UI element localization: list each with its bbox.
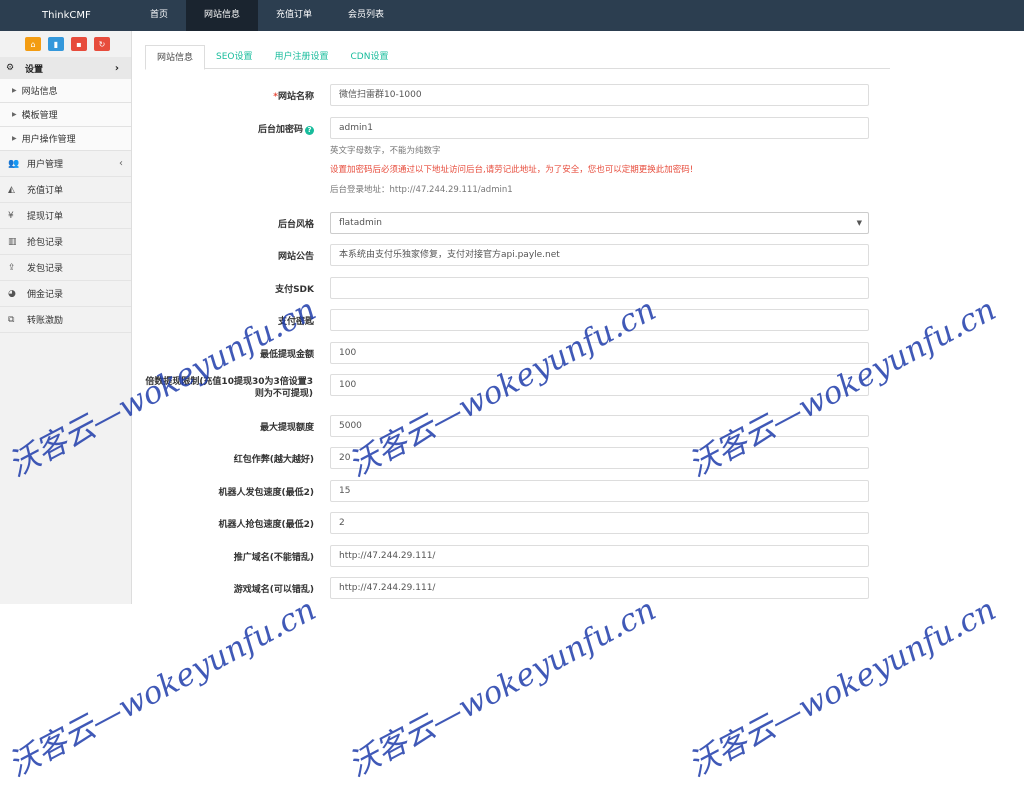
- sidebar-item-users[interactable]: 👥 用户管理 ‹: [0, 151, 131, 177]
- yen-icon: ¥: [8, 210, 14, 221]
- sidebar-item-grab-records[interactable]: ▥ 抢包记录: [0, 229, 131, 255]
- sidebar-item-transfer[interactable]: ⧉ 转账激励: [0, 307, 131, 333]
- brand-logo[interactable]: ThinkCMF: [0, 10, 132, 21]
- sidebar-item-label: 抢包记录: [27, 238, 64, 248]
- robot-grab-input[interactable]: 2: [330, 512, 869, 534]
- tab-seo[interactable]: SEO设置: [205, 45, 263, 69]
- sidebar-item-label: 提现订单: [27, 212, 64, 222]
- shortcut-bar: ⌂ ▮ ▪ ↻: [0, 31, 131, 57]
- settings-submenu: ▶ 网站信息 ▶ 模板管理 ▶ 用户操作管理: [0, 79, 131, 151]
- pay-sdk-label: 支付SDK: [275, 285, 314, 295]
- top-nav-home[interactable]: 首页: [132, 0, 186, 31]
- caret-right-icon: ▶: [12, 111, 17, 118]
- chevron-left-icon: ‹: [119, 158, 123, 169]
- admin-code-hint: 英文字母数字，不能为纯数字: [330, 146, 441, 156]
- robot-send-label: 机器人发包速度(最低2): [218, 488, 315, 498]
- sidebar-item-label: 用户管理: [27, 160, 64, 170]
- promo-domain-input[interactable]: http://47.244.29.111/: [330, 545, 869, 567]
- gears-icon: ⚙: [6, 63, 15, 73]
- pay-key-label: 支付密匙: [277, 317, 314, 327]
- watermark: 沃客云—wokeyunfu.cn: [2, 591, 322, 785]
- admin-code-label: 后台加密码?: [258, 122, 314, 135]
- caret-down-icon: ▼: [856, 219, 862, 227]
- cheat-input[interactable]: 20: [330, 447, 869, 469]
- multiplier-input[interactable]: 100: [330, 374, 869, 396]
- admin-theme-label: 后台风格: [277, 220, 314, 230]
- site-name-input[interactable]: 微信扫雷群10-1000: [330, 84, 869, 106]
- transfer-icon: ⧉: [8, 314, 15, 325]
- admin-code-input[interactable]: admin1: [330, 117, 869, 139]
- pay-key-input[interactable]: [330, 309, 869, 331]
- sidebar-item-label: 充值订单: [27, 186, 64, 196]
- tab-site-info[interactable]: 网站信息: [145, 45, 206, 70]
- watermark: 沃客云—wokeyunfu.cn: [682, 591, 1002, 785]
- top-navbar: ThinkCMF 首页 网站信息 充值订单 会员列表: [0, 0, 1024, 31]
- refresh-icon[interactable]: ↻: [94, 37, 110, 51]
- watermark: 沃客云—wokeyunfu.cn: [342, 591, 662, 785]
- sidebar-sub-template[interactable]: ▶ 模板管理: [0, 103, 131, 127]
- sidebar-group-label: 设置: [25, 64, 44, 75]
- sidebar-sub-user-actions[interactable]: ▶ 用户操作管理: [0, 127, 131, 151]
- tab-user-register[interactable]: 用户注册设置: [264, 45, 340, 69]
- sidebar: ⌂ ▮ ▪ ↻ ⚙ 设置 › ▶ 网站信息 ▶ 模板管理 ▶ 用户操作管理 👥 用户管理…: [0, 31, 132, 604]
- sidebar-item-label: 佣金记录: [27, 290, 64, 300]
- admin-theme-select[interactable]: flatadmin ▼: [330, 212, 869, 234]
- game-domain-input[interactable]: http://47.244.29.111/: [330, 577, 869, 599]
- sidebar-sub-label: 模板管理: [21, 111, 58, 121]
- robot-grab-label: 机器人抢包速度(最低2): [218, 520, 315, 530]
- site-name-label: *网站名称: [273, 89, 314, 102]
- max-withdraw-input[interactable]: 5000: [330, 415, 869, 437]
- sidebar-item-label: 发包记录: [27, 264, 64, 274]
- min-withdraw-input[interactable]: 100: [330, 342, 869, 364]
- site-name-label-text: 网站名称: [277, 92, 314, 102]
- sidebar-sub-label: 用户操作管理: [21, 135, 76, 145]
- help-icon[interactable]: ?: [305, 126, 314, 135]
- min-withdraw-label: 最低提现金额: [259, 350, 314, 360]
- cheat-label: 红包作弊(越大越好): [233, 455, 314, 465]
- top-nav: 首页 网站信息 充值订单 会员列表: [132, 0, 402, 31]
- top-nav-site-info[interactable]: 网站信息: [186, 0, 259, 31]
- pie-chart-icon: ◕: [8, 288, 16, 299]
- notice-label: 网站公告: [277, 252, 314, 262]
- notice-input[interactable]: 本系统由支付乐独家修复，支付对接官方api.payle.net: [330, 244, 869, 266]
- admin-code-warning: 设置加密码后必须通过以下地址访问后台,请劳记此地址，为了安全，您也可以定期更换此…: [330, 165, 694, 175]
- bar-chart-icon: ▥: [8, 236, 17, 247]
- sidebar-item-label: 转账激励: [27, 316, 64, 326]
- sidebar-item-send-records[interactable]: ⇪ 发包记录: [0, 255, 131, 281]
- sidebar-sub-label: 网站信息: [21, 87, 58, 97]
- home-icon[interactable]: ⌂: [25, 37, 41, 51]
- sidebar-sub-site-info[interactable]: ▶ 网站信息: [0, 79, 131, 103]
- caret-right-icon: ▶: [12, 87, 17, 94]
- top-nav-recharge-orders[interactable]: 充值订单: [258, 0, 330, 31]
- multiplier-label: 倍数提现限制(充值10提现30为3倍设置3则为不可提现): [145, 377, 313, 399]
- file-icon[interactable]: ▮: [48, 37, 64, 51]
- area-chart-icon: ◭: [8, 184, 15, 195]
- chevron-right-icon: ›: [114, 62, 119, 74]
- robot-send-input[interactable]: 15: [330, 480, 869, 502]
- tab-cdn[interactable]: CDN设置: [340, 45, 400, 69]
- admin-login-address: 后台登录地址：http://47.244.29.111/admin1: [330, 185, 513, 195]
- pay-sdk-input[interactable]: [330, 277, 869, 299]
- sidebar-item-commission[interactable]: ◕ 佣金记录: [0, 281, 131, 307]
- admin-code-label-text: 后台加密码: [257, 125, 303, 135]
- users-icon: 👥: [8, 158, 20, 169]
- admin-theme-value: flatadmin: [339, 218, 382, 228]
- trash-icon[interactable]: ▪: [71, 37, 87, 51]
- game-domain-label: 游戏域名(可以错乱): [233, 585, 314, 595]
- main-content: 网站信息 SEO设置 用户注册设置 CDN设置 *网站名称 微信扫雷群10-10…: [133, 31, 1024, 604]
- max-withdraw-label: 最大提现额度: [259, 423, 314, 433]
- top-nav-member-list[interactable]: 会员列表: [330, 0, 402, 31]
- upload-icon: ⇪: [8, 262, 16, 273]
- promo-domain-label: 推广域名(不能错乱): [233, 553, 314, 563]
- sidebar-item-recharge[interactable]: ◭ 充值订单: [0, 177, 131, 203]
- settings-tabs: 网站信息 SEO设置 用户注册设置 CDN设置: [145, 45, 890, 70]
- caret-right-icon: ▶: [12, 135, 17, 142]
- sidebar-group-settings[interactable]: ⚙ 设置 ›: [0, 57, 131, 79]
- sidebar-item-withdraw[interactable]: ¥ 提现订单: [0, 203, 131, 229]
